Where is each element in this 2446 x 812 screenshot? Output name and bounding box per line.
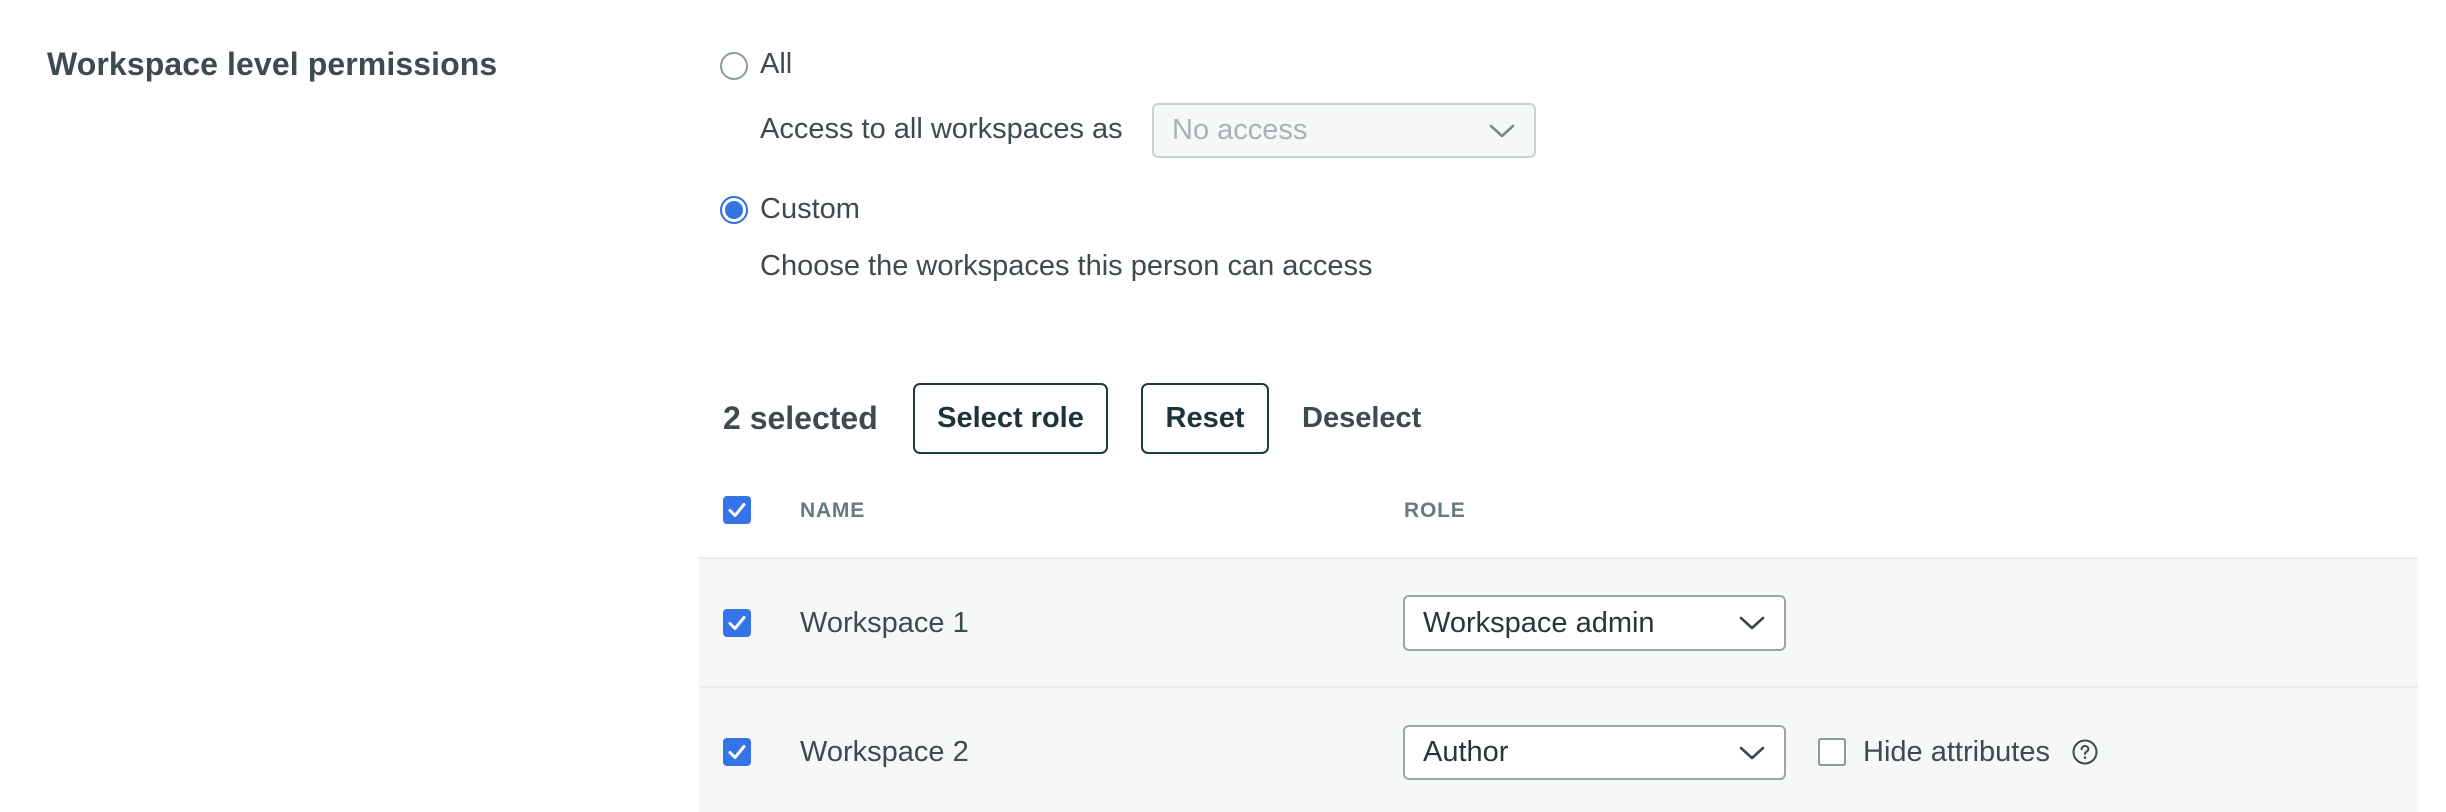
role-select-workspace-2[interactable]: Author [1403,725,1786,780]
radio-custom[interactable] [720,196,748,224]
select-all-checkbox[interactable] [723,496,751,524]
radio-all-label[interactable]: All [760,48,792,81]
access-all-helper: Access to all workspaces as [760,113,1123,145]
workspace-name: Workspace 2 [800,736,969,768]
radio-all[interactable] [720,52,748,80]
chevron-down-icon [1489,124,1515,137]
hide-attributes-label[interactable]: Hide attributes [1863,736,2050,769]
chevron-down-icon [1739,616,1765,630]
role-select-value: Workspace admin [1423,606,1655,639]
checkmark-icon [728,745,746,759]
column-header-name: NAME [800,499,866,522]
role-select-workspace-1[interactable]: Workspace admin [1403,595,1786,651]
column-header-role: ROLE [1404,499,1466,522]
role-select-value: Author [1423,736,1509,768]
deselect-button[interactable]: Deselect [1302,402,1421,435]
access-all-select-value: No access [1172,114,1308,146]
custom-helper: Choose the workspaces this person can ac… [760,250,1373,282]
section-title: Workspace level permissions [47,46,498,82]
reset-button[interactable]: Reset [1141,383,1269,454]
workspace-name: Workspace 1 [800,607,969,639]
chevron-down-icon [1739,746,1765,759]
help-icon[interactable] [2072,739,2098,765]
selected-count: 2 selected [723,400,878,436]
checkmark-icon [728,616,746,630]
row-checkbox-workspace-1[interactable] [723,609,751,637]
hide-attributes-checkbox[interactable] [1818,738,1846,766]
select-role-button[interactable]: Select role [913,383,1108,454]
radio-custom-label[interactable]: Custom [760,193,860,226]
checkmark-icon [728,503,746,517]
row-checkbox-workspace-2[interactable] [723,738,751,766]
access-all-select: No access [1152,103,1536,158]
